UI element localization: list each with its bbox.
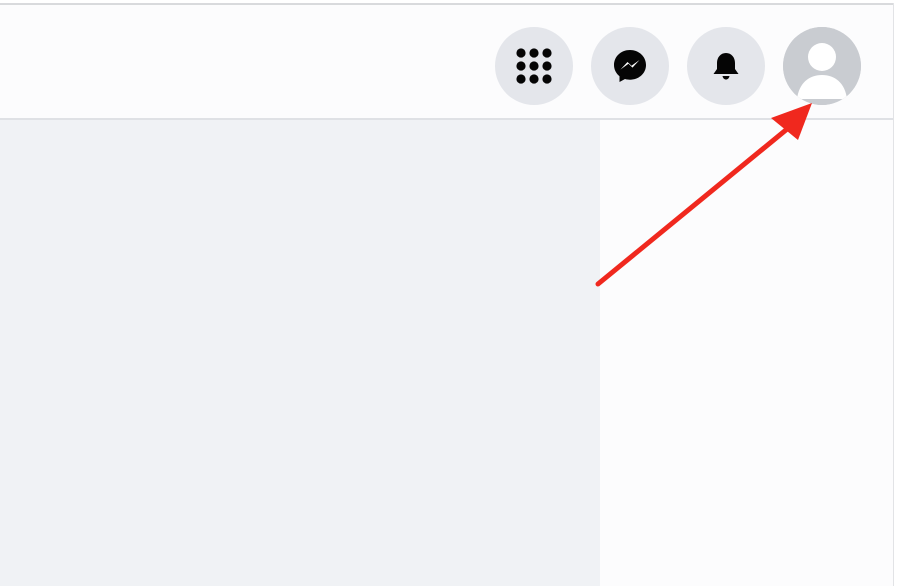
bell-icon [713, 53, 739, 80]
messenger-button[interactable] [591, 27, 669, 105]
window-right-margin [894, 0, 904, 586]
grid-menu-icon [516, 48, 552, 84]
account-avatar-button[interactable] [783, 27, 861, 105]
menu-button[interactable] [495, 27, 573, 105]
messenger-icon [614, 50, 646, 82]
top-navigation-bar [0, 5, 894, 120]
notifications-button[interactable] [687, 27, 765, 105]
feed-area [0, 120, 600, 586]
default-avatar-icon [783, 27, 861, 105]
right-sidebar [600, 120, 893, 586]
facebook-window [0, 0, 904, 586]
